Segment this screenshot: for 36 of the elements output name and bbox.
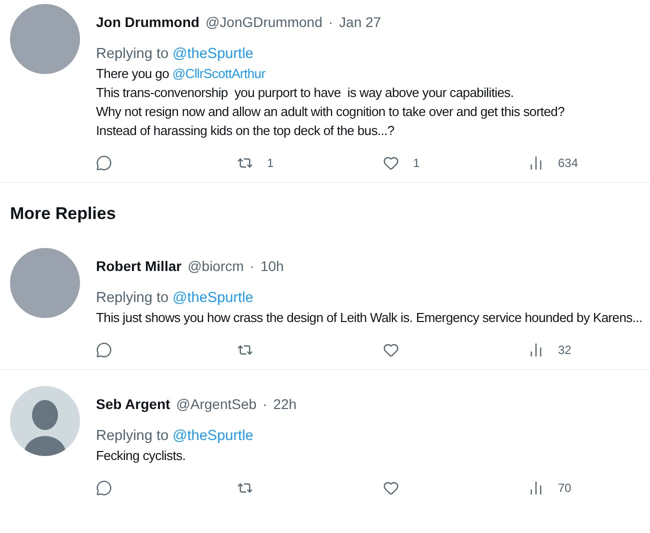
tweet-text: This trans-convenorship you purport to have is way above your capabilities. [96, 84, 515, 102]
tweet-time[interactable]: Jan 27 [339, 13, 382, 31]
heart-icon[interactable] [383, 480, 399, 496]
author-handle[interactable]: @biorcm [188, 257, 244, 275]
replying-label: Replying to [96, 45, 169, 64]
reply-icon[interactable] [96, 155, 112, 171]
tweet-text: Instead of harassing kids on the top deck of the bus...? [96, 122, 396, 140]
action-count: 70 [558, 480, 572, 497]
action-count: 32 [558, 342, 572, 359]
tweet-text: There you go @CllrScottArthur [96, 65, 266, 83]
author-name[interactable]: Robert Millar [96, 257, 182, 275]
separator-dot: · [328, 13, 334, 31]
tweet-time[interactable]: 22h [273, 395, 297, 413]
action-count: 1 [413, 155, 420, 172]
bar-chart-icon[interactable] [528, 155, 544, 171]
author-handle[interactable]: @JonGDrummond [205, 13, 322, 31]
bar-chart-icon[interactable] [528, 342, 544, 358]
heart-icon[interactable] [383, 155, 399, 171]
action-count: 634 [558, 155, 578, 172]
author-name[interactable]: Seb Argent [96, 395, 170, 413]
reply-icon[interactable] [96, 480, 112, 496]
replying-label: Replying to [96, 427, 169, 446]
tweet-text: Why not resign now and allow an adult with cognition to take over and get this sorted? [96, 103, 566, 121]
author-name[interactable]: Jon Drummond [96, 13, 200, 31]
author-handle[interactable]: @ArgentSeb [176, 395, 257, 413]
action-count: 1 [267, 155, 274, 172]
bar-chart-icon[interactable] [528, 480, 544, 496]
tweet-time[interactable]: 10h [260, 257, 284, 275]
separator-dot: · [250, 257, 254, 275]
separator-dot: · [262, 395, 268, 413]
replying-label: Replying to [96, 289, 169, 308]
tweet-text: Fecking cyclists. [96, 447, 187, 465]
heart-icon[interactable] [383, 342, 399, 358]
reply-icon[interactable] [96, 342, 112, 358]
section-heading: More Replies [10, 202, 116, 225]
tweet-text: This just shows you how crass the design of Leith Walk is. Emergency service hounded by Karens... [96, 309, 644, 327]
